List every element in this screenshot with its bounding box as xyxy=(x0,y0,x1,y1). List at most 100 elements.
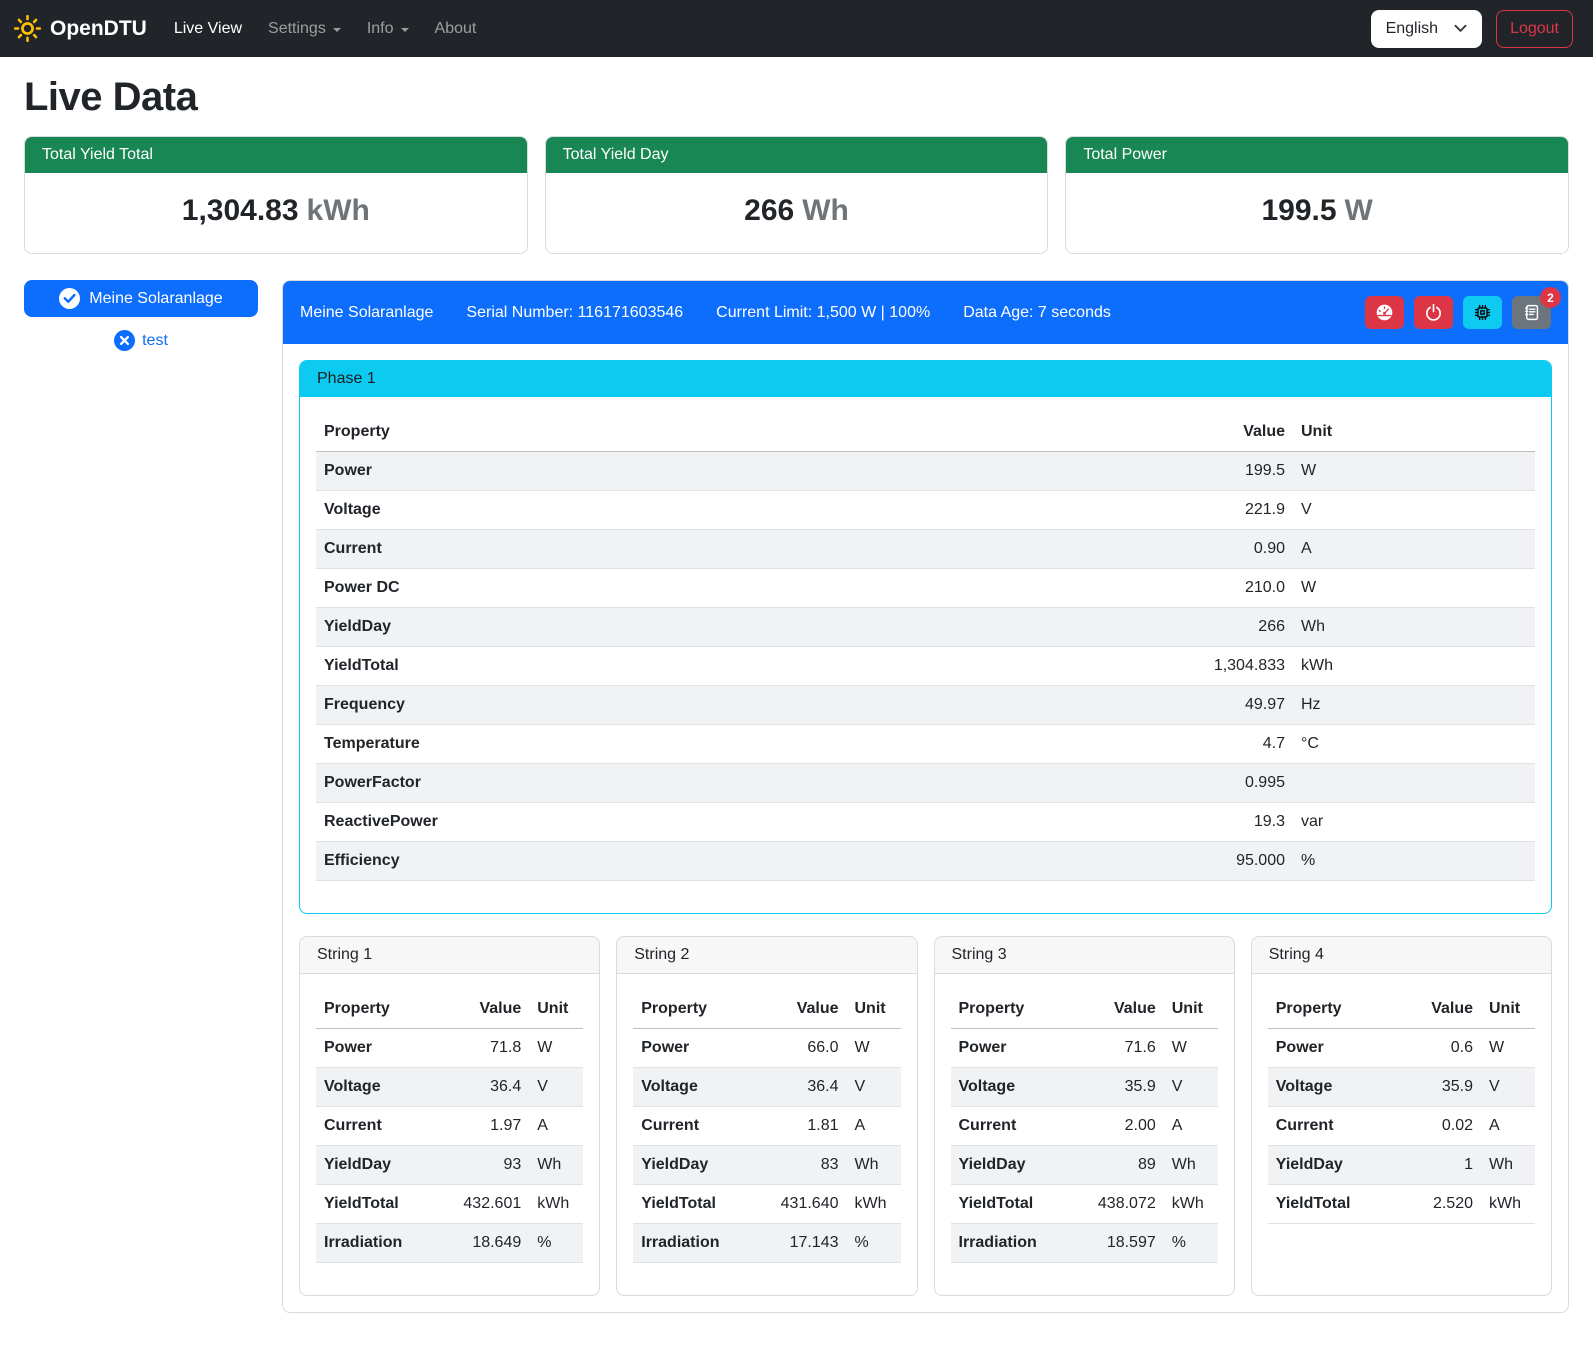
property-cell: Voltage xyxy=(633,1068,760,1107)
unit-cell: % xyxy=(847,1224,901,1263)
property-column-header: Property xyxy=(1268,990,1395,1029)
nav-item-settings[interactable]: Settings xyxy=(255,12,354,46)
string-panel-title: String 3 xyxy=(935,937,1234,974)
table-row: Irradiation17.143% xyxy=(633,1224,900,1263)
table-header-row: Property Value Unit xyxy=(316,990,583,1029)
value-cell: 36.4 xyxy=(761,1068,847,1107)
unit-cell: A xyxy=(1164,1107,1218,1146)
nav-links: Live View Settings Info About xyxy=(161,12,490,46)
property-cell: Power xyxy=(951,1029,1078,1068)
table-row: Power71.6W xyxy=(951,1029,1218,1068)
property-column-header: Property xyxy=(633,990,760,1029)
table-row: Current1.81A xyxy=(633,1107,900,1146)
check-circle-icon xyxy=(59,288,80,309)
total-power-card: Total Power 199.5W xyxy=(1065,136,1569,254)
table-row: Voltage35.9V xyxy=(1268,1068,1535,1107)
limit-settings-button[interactable] xyxy=(1365,296,1404,329)
unit-cell: W xyxy=(1481,1029,1535,1068)
nav-item-label: About xyxy=(435,20,477,38)
value-cell: 438.072 xyxy=(1078,1185,1164,1224)
string-panel-body: Property Value Unit Power0.6WVoltage35.9… xyxy=(1252,974,1551,1295)
navbar: OpenDTU Live View Settings Info About En… xyxy=(0,0,1593,57)
caret-down-icon xyxy=(333,28,341,32)
value-cell: 19.3 xyxy=(1123,803,1293,842)
unit-cell: V xyxy=(847,1068,901,1107)
unit-column-header: Unit xyxy=(1293,413,1535,452)
property-cell: Current xyxy=(951,1107,1078,1146)
inverter-meta: Meine Solaranlage Serial Number: 1161716… xyxy=(300,304,1111,322)
property-cell: Voltage xyxy=(1268,1068,1395,1107)
event-log-button[interactable]: 2 xyxy=(1512,296,1551,329)
table-row: YieldTotal2.520kWh xyxy=(1268,1185,1535,1224)
power-toggle-button[interactable] xyxy=(1414,296,1453,329)
table-row: Current0.02A xyxy=(1268,1107,1535,1146)
table-row: Power DC210.0W xyxy=(316,569,1535,608)
nav-item-info[interactable]: Info xyxy=(354,12,422,46)
card-unit: kWh xyxy=(307,194,370,227)
phase-panel-body: Property Value Unit Power199.5WVoltage22… xyxy=(300,397,1551,913)
value-cell: 432.601 xyxy=(443,1185,529,1224)
card-value: 199.5 xyxy=(1261,194,1336,227)
summary-cards-row: Total Yield Total 1,304.83kWh Total Yiel… xyxy=(24,136,1569,254)
string-panel-title: String 1 xyxy=(300,937,599,974)
table-row: Voltage35.9V xyxy=(951,1068,1218,1107)
data-age: Data Age: 7 seconds xyxy=(963,304,1111,322)
language-select[interactable]: English xyxy=(1371,10,1482,48)
table-row: PowerFactor0.995 xyxy=(316,764,1535,803)
nav-item-label: Live View xyxy=(174,20,242,38)
navbar-right: English Logout xyxy=(1371,10,1573,48)
inverter-item-test[interactable]: test xyxy=(24,330,258,351)
unit-cell: kWh xyxy=(847,1185,901,1224)
property-cell: YieldTotal xyxy=(316,1185,443,1224)
unit-cell: % xyxy=(1293,842,1535,881)
table-row: Irradiation18.597% xyxy=(951,1224,1218,1263)
value-cell: 2.520 xyxy=(1395,1185,1481,1224)
value-cell: 36.4 xyxy=(443,1068,529,1107)
property-cell: Voltage xyxy=(316,1068,443,1107)
string-panel-body: Property Value Unit Power66.0WVoltage36.… xyxy=(617,974,916,1295)
property-cell: Irradiation xyxy=(633,1224,760,1263)
string-table: Property Value Unit Power66.0WVoltage36.… xyxy=(633,990,900,1263)
nav-item-label: Settings xyxy=(268,20,326,38)
property-cell: Power xyxy=(316,452,1123,491)
unit-column-header: Unit xyxy=(847,990,901,1029)
logout-button[interactable]: Logout xyxy=(1496,10,1573,48)
inverter-actions: 2 xyxy=(1365,296,1551,329)
current-limit: Current Limit: 1,500 W | 100% xyxy=(716,304,930,322)
string-table: Property Value Unit Power71.6WVoltage35.… xyxy=(951,990,1218,1263)
table-row: Voltage36.4V xyxy=(316,1068,583,1107)
nav-item-about[interactable]: About xyxy=(422,12,490,46)
unit-cell: W xyxy=(529,1029,583,1068)
nav-item-live-view[interactable]: Live View xyxy=(161,12,255,46)
inverter-card-header: Meine Solaranlage Serial Number: 1161716… xyxy=(283,281,1568,344)
string-2-panel: String 2 Property Value Unit xyxy=(616,936,917,1296)
unit-cell: Hz xyxy=(1293,686,1535,725)
device-info-button[interactable] xyxy=(1463,296,1502,329)
string-panel-body: Property Value Unit Power71.8WVoltage36.… xyxy=(300,974,599,1295)
value-cell: 266 xyxy=(1123,608,1293,647)
unit-cell: A xyxy=(529,1107,583,1146)
string-table: Property Value Unit Power71.8WVoltage36.… xyxy=(316,990,583,1263)
brand[interactable]: OpenDTU xyxy=(14,15,147,42)
journal-text-icon xyxy=(1522,303,1541,322)
string-3-panel: String 3 Property Value Unit xyxy=(934,936,1235,1296)
table-row: Efficiency95.000% xyxy=(316,842,1535,881)
table-row: YieldDay266Wh xyxy=(316,608,1535,647)
unit-column-header: Unit xyxy=(529,990,583,1029)
total-yield-total-card: Total Yield Total 1,304.83kWh xyxy=(24,136,528,254)
value-column-header: Value xyxy=(1123,413,1293,452)
property-cell: YieldDay xyxy=(951,1146,1078,1185)
table-row: Power0.6W xyxy=(1268,1029,1535,1068)
table-row: Power71.8W xyxy=(316,1029,583,1068)
value-cell: 431.640 xyxy=(761,1185,847,1224)
string-panel-title: String 4 xyxy=(1252,937,1551,974)
value-column-header: Value xyxy=(761,990,847,1029)
property-cell: Power xyxy=(1268,1029,1395,1068)
cpu-icon xyxy=(1473,303,1492,322)
value-cell: 18.649 xyxy=(443,1224,529,1263)
unit-cell xyxy=(1293,764,1535,803)
inverter-select-button[interactable]: Meine Solaranlage xyxy=(24,280,258,317)
value-cell: 49.97 xyxy=(1123,686,1293,725)
property-cell: YieldDay xyxy=(316,608,1123,647)
unit-cell: W xyxy=(1293,569,1535,608)
